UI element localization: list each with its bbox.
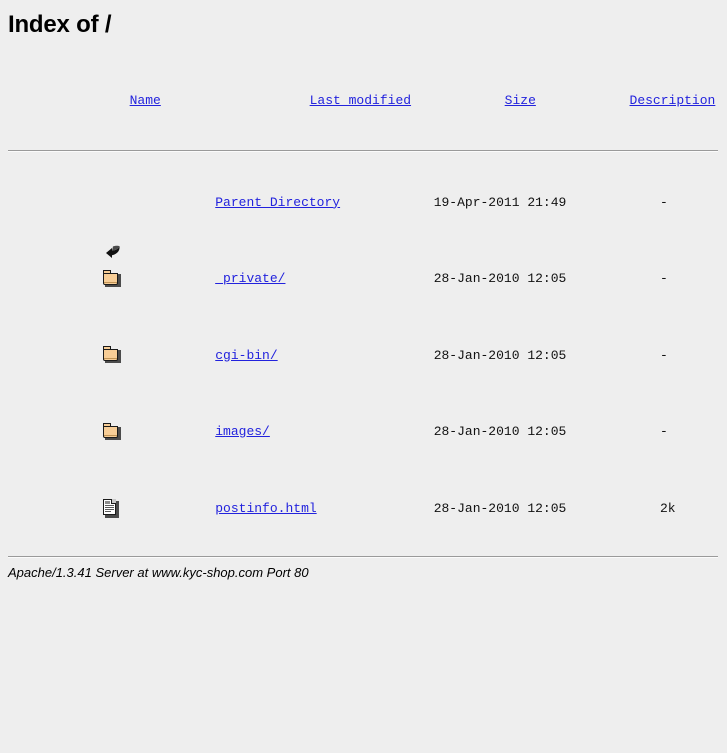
size-value: - (659, 194, 668, 210)
header-divider (8, 150, 718, 152)
last-modified-value: 28-Jan-2010 12:05 (433, 347, 567, 363)
row-size-cell: - (566, 164, 675, 241)
row-icon-cell (8, 164, 122, 259)
list-item-link[interactable]: images/ (215, 424, 270, 439)
size-value: - (659, 347, 668, 363)
row-size-cell: - (566, 394, 675, 471)
list-item-link[interactable]: cgi-bin/ (215, 348, 277, 363)
row-description-cell (676, 317, 727, 394)
row-size-cell: - (566, 241, 675, 318)
header-icon-spacer (8, 62, 36, 140)
header-size: Size (411, 62, 536, 140)
row-date-cell: 28-Jan-2010 12:05 (340, 470, 567, 547)
row-description-cell (676, 241, 727, 318)
rule-top-wrapper (0, 140, 727, 152)
last-modified-value: 28-Jan-2010 12:05 (433, 424, 567, 439)
header-description: Description (536, 62, 727, 140)
size-value: - (659, 271, 668, 286)
document-icon (102, 498, 122, 519)
row-size-cell: - (566, 317, 675, 394)
list-item-link[interactable]: postinfo.html (215, 501, 316, 516)
size-value: - (659, 424, 668, 439)
row-date-cell: 19-Apr-2011 21:49 (340, 164, 567, 241)
header-name: Name (36, 62, 216, 140)
directory-index-page: Index of / Name Last modified Size Descr… (0, 0, 727, 580)
folder-icon (102, 346, 122, 364)
row-description-cell (676, 164, 727, 241)
sort-by-size-link[interactable]: Size (505, 93, 536, 108)
row-size-cell: 2k (566, 470, 676, 547)
row-date-cell: 28-Jan-2010 12:05 (340, 394, 567, 471)
index-table: Name Last modified Size Description (8, 62, 727, 140)
entries-table: Parent Directory 19-Apr-2011 21:49 - _pr… (8, 164, 727, 547)
row-date-cell: 28-Jan-2010 12:05 (340, 241, 567, 318)
last-modified-value: 28-Jan-2010 12:05 (433, 271, 567, 286)
row-description-cell (676, 394, 727, 471)
header-last-modified: Last modified (216, 62, 411, 140)
size-value: 2k (659, 500, 676, 516)
list-item-link[interactable]: _private/ (215, 271, 285, 286)
last-modified-value: 28-Jan-2010 12:05 (433, 500, 567, 516)
table-header-row: Name Last modified Size Description (8, 62, 727, 140)
back-arrow-icon (102, 191, 122, 259)
directory-entries: Parent Directory 19-Apr-2011 21:49 - _pr… (0, 164, 727, 547)
page-title: Index of / (8, 11, 112, 38)
directory-listing: Name Last modified Size Description (0, 62, 727, 140)
folder-icon (102, 269, 122, 288)
table-row[interactable]: Parent Directory 19-Apr-2011 21:49 - (8, 164, 727, 259)
sort-by-name-link[interactable]: Name (130, 93, 161, 108)
sort-by-description-link[interactable]: Description (630, 93, 716, 108)
list-item-link[interactable]: Parent Directory (215, 195, 340, 210)
folder-icon (102, 422, 122, 441)
last-modified-value: 19-Apr-2011 21:49 (433, 194, 567, 210)
sort-by-last-modified-link[interactable]: Last modified (310, 93, 411, 108)
row-description-cell (676, 470, 727, 547)
row-date-cell: 28-Jan-2010 12:05 (340, 317, 567, 394)
